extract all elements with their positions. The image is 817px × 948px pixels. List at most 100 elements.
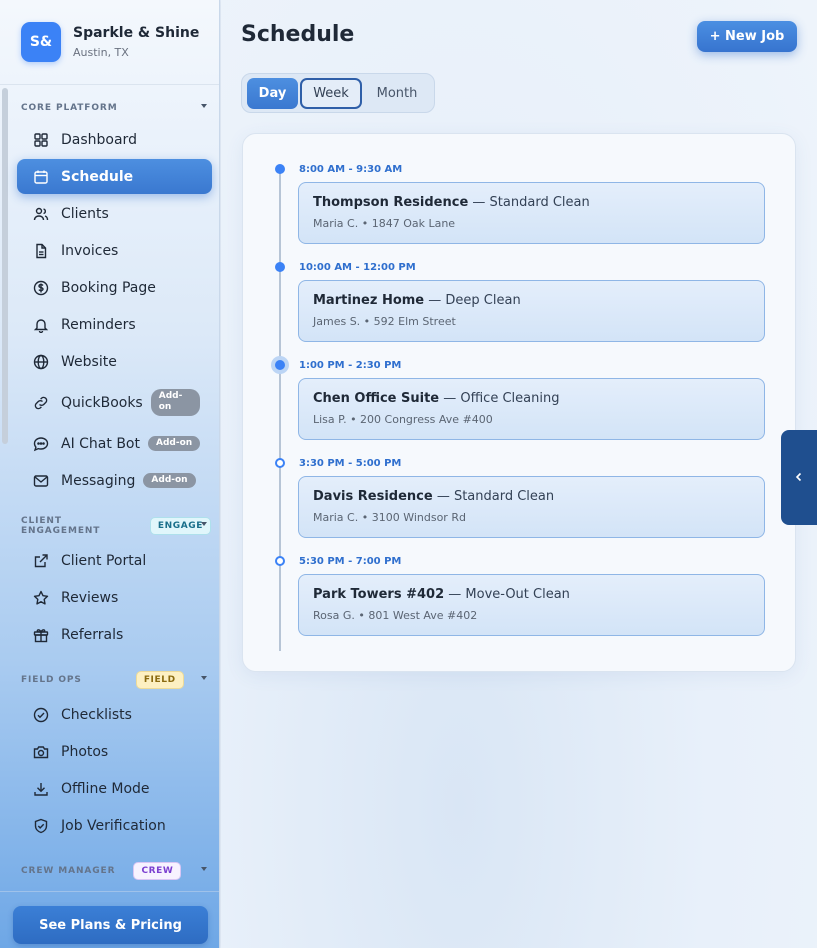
timeline-marker-current	[275, 360, 285, 370]
sidebar-item-clients[interactable]: Clients	[17, 196, 212, 231]
section-badge: ENGAGE	[149, 517, 211, 535]
pricing-footer: See Plans & Pricing	[0, 891, 219, 948]
job-details: Maria C. • 3100 Windsor Rd	[313, 511, 466, 524]
sidebar-item-label: Job Verification	[61, 817, 166, 834]
sidebar-item-label: Website	[61, 353, 117, 370]
sidebar-item-label: Reminders	[61, 316, 136, 333]
job-service: — Standard Clean	[472, 195, 590, 210]
brand-location: Austin, TX	[73, 46, 129, 59]
job-time: 3:30 PM - 5:00 PM	[299, 458, 402, 469]
gift-icon	[33, 627, 49, 643]
job-service: — Deep Clean	[428, 293, 521, 308]
sidebar-item-schedule[interactable]: Schedule	[17, 159, 212, 194]
check-circle-icon	[33, 707, 49, 723]
timeline-marker	[275, 458, 285, 468]
sidebar-item-reviews[interactable]: Reviews	[17, 580, 212, 615]
job-details: James S. • 592 Elm Street	[313, 315, 456, 328]
globe-icon	[33, 354, 49, 370]
download-icon	[33, 781, 49, 797]
sidebar-item-label: Invoices	[61, 242, 119, 259]
job-service: — Standard Clean	[436, 489, 555, 504]
sidebar-item-offline-mode[interactable]: Offline Mode	[17, 771, 212, 806]
sidebar-item-reminders[interactable]: Reminders	[17, 307, 212, 342]
sidebar-item-website[interactable]: Website	[17, 344, 212, 379]
timeline-marker	[275, 262, 285, 272]
sidebar-item-quickbooks[interactable]: QuickBooks Add-on	[17, 385, 212, 420]
grid-icon	[33, 132, 49, 148]
brand-name: Sparkle & Shine	[73, 25, 200, 41]
link-icon	[33, 395, 49, 411]
sidebar-item-messaging[interactable]: Messaging Add-on	[17, 463, 212, 498]
job-service: — Office Cleaning	[443, 391, 560, 406]
tab-week[interactable]: Week	[300, 78, 362, 109]
job-time: 1:00 PM - 2:30 PM	[299, 360, 402, 371]
addon-badge: Add-on	[143, 473, 196, 488]
job-card[interactable]: Thompson Residence — Standard Clean Mari…	[298, 182, 765, 244]
job-time: 10:00 AM - 12:00 PM	[299, 262, 416, 273]
sidebar-item-label: Schedule	[61, 168, 134, 185]
section-label: CLIENT ENGAGEMENT	[21, 516, 101, 536]
users-icon	[33, 206, 49, 222]
job-client: Park Towers #402	[313, 587, 445, 602]
chevron-down-icon	[201, 867, 207, 871]
sidebar-item-label: Offline Mode	[61, 780, 150, 797]
sidebar-item-client-portal[interactable]: Client Portal	[17, 543, 212, 578]
sidebar-item-label: AI Chat Bot	[61, 435, 140, 452]
tab-day[interactable]: Day	[247, 78, 298, 109]
page-title: Schedule	[241, 22, 355, 47]
section-crew-manager[interactable]: CREW MANAGER CREW	[21, 862, 211, 880]
new-job-button[interactable]: + New Job	[697, 21, 797, 52]
sidebar-item-job-verification[interactable]: Job Verification	[17, 808, 212, 843]
job-details: Rosa G. • 801 West Ave #402	[313, 609, 478, 622]
job-client: Davis Residence	[313, 489, 433, 504]
bell-icon	[33, 317, 49, 333]
divider	[0, 84, 219, 85]
view-toggle: Day Week Month	[241, 73, 435, 113]
sidebar-scrollbar[interactable]	[2, 88, 8, 444]
section-field-ops[interactable]: FIELD OPS FIELD	[21, 671, 211, 689]
chevron-left-icon	[793, 468, 805, 487]
sidebar-item-booking-page[interactable]: Booking Page	[17, 270, 212, 305]
section-core-platform[interactable]: CORE PLATFORM	[21, 99, 211, 117]
sidebar-item-label: Dashboard	[61, 131, 137, 148]
section-label: FIELD OPS	[21, 675, 82, 685]
dollar-icon	[33, 280, 49, 296]
job-client: Thompson Residence	[313, 195, 469, 210]
job-client: Martinez Home	[313, 293, 425, 308]
sidebar: S& Sparkle & Shine Austin, TX CORE PLATF…	[0, 0, 220, 948]
brand[interactable]: S& Sparkle & Shine Austin, TX	[21, 22, 199, 62]
see-plans-button[interactable]: See Plans & Pricing	[13, 906, 208, 944]
job-card[interactable]: Davis Residence — Standard Clean Maria C…	[298, 476, 765, 538]
main-content: Schedule + New Job Day Week Month 8:00 A…	[221, 0, 817, 948]
sidebar-item-checklists[interactable]: Checklists	[17, 697, 212, 732]
chevron-down-icon	[201, 104, 207, 108]
calendar-icon	[33, 169, 49, 185]
sidebar-item-photos[interactable]: Photos	[17, 734, 212, 769]
timeline-rail	[279, 169, 281, 651]
job-card[interactable]: Chen Office Suite — Office Cleaning Lisa…	[298, 378, 765, 440]
addon-badge: Add-on	[147, 436, 201, 451]
chevron-down-icon	[201, 676, 207, 680]
section-client-engagement[interactable]: CLIENT ENGAGEMENT ENGAGE	[21, 516, 211, 536]
chevron-down-icon	[201, 522, 207, 526]
job-time: 8:00 AM - 9:30 AM	[299, 164, 403, 175]
section-badge: FIELD	[135, 671, 184, 689]
job-card[interactable]: Park Towers #402 — Move-Out Clean Rosa G…	[298, 574, 765, 636]
chat-icon	[33, 436, 49, 452]
external-link-icon	[33, 553, 49, 569]
job-details: Lisa P. • 200 Congress Ave #400	[313, 413, 493, 426]
tab-month[interactable]: Month	[366, 78, 428, 109]
file-icon	[33, 243, 49, 259]
job-service: — Move-Out Clean	[448, 587, 570, 602]
job-card[interactable]: Martinez Home — Deep Clean James S. • 59…	[298, 280, 765, 342]
sidebar-item-label: Reviews	[61, 589, 119, 606]
shield-check-icon	[33, 818, 49, 834]
sidebar-item-invoices[interactable]: Invoices	[17, 233, 212, 268]
collapse-panel-button[interactable]	[781, 430, 817, 525]
sidebar-item-label: Messaging	[61, 472, 136, 489]
schedule-timeline: 8:00 AM - 9:30 AM Thompson Residence — S…	[242, 133, 796, 672]
sidebar-item-ai-chat-bot[interactable]: AI Chat Bot Add-on	[17, 426, 212, 461]
sidebar-item-label: Checklists	[61, 706, 132, 723]
sidebar-item-referrals[interactable]: Referrals	[17, 617, 212, 652]
sidebar-item-dashboard[interactable]: Dashboard	[17, 122, 212, 157]
